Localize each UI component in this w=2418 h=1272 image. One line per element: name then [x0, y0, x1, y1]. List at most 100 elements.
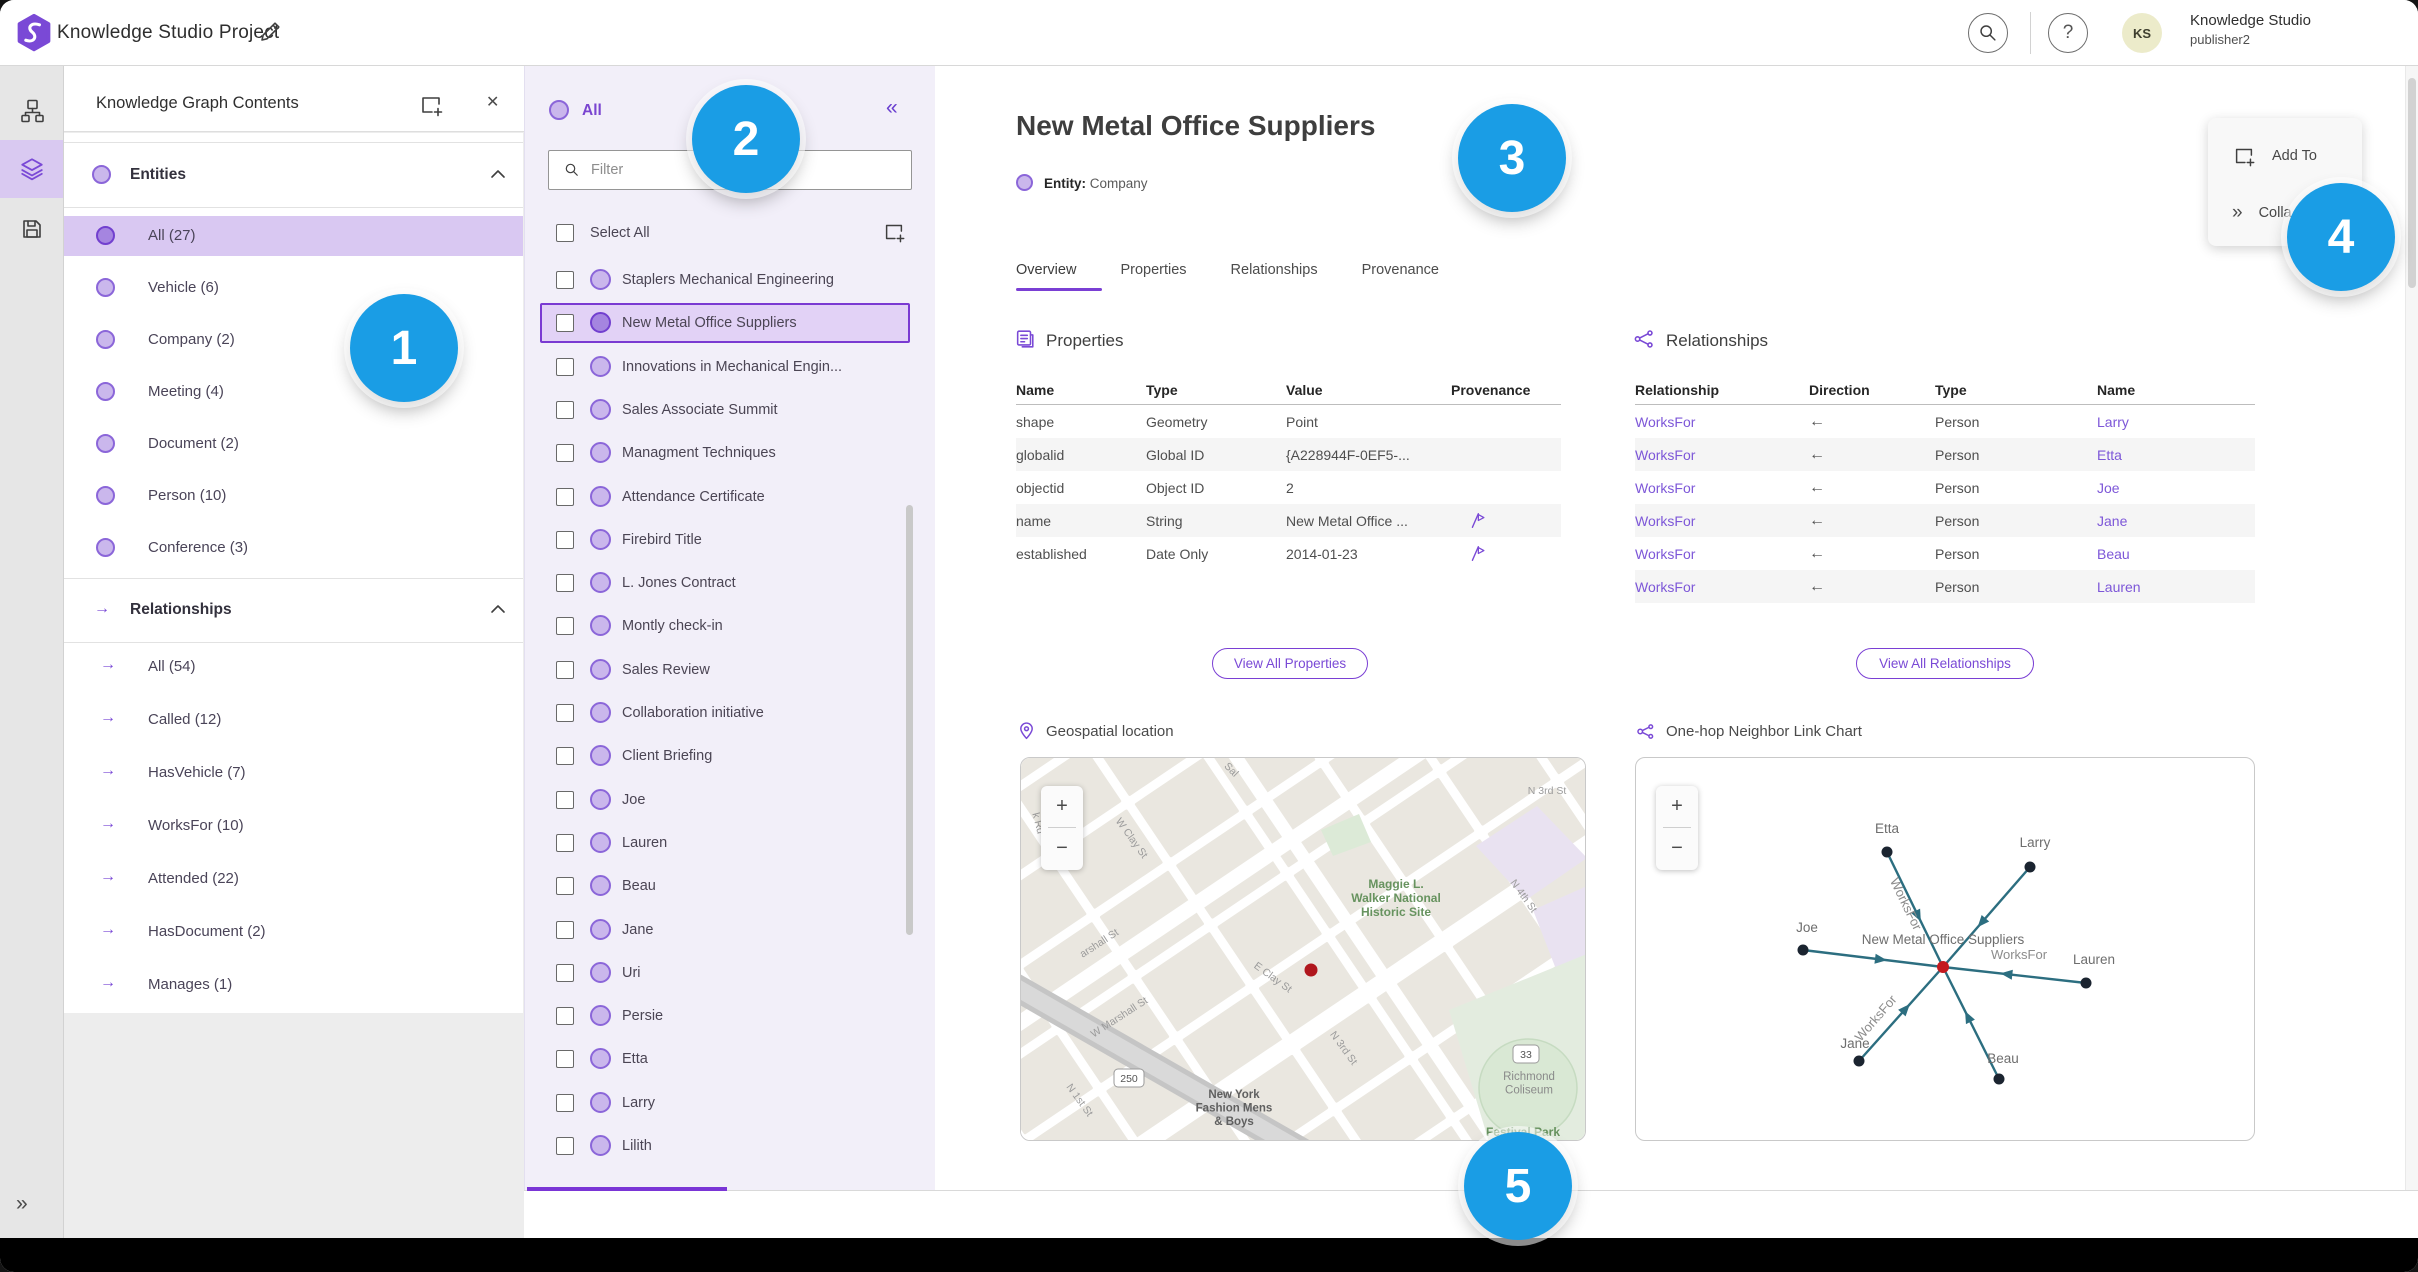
item-checkbox[interactable]: [556, 1007, 574, 1026]
add-content-icon[interactable]: [418, 92, 444, 118]
entities-collapse-icon[interactable]: [490, 168, 506, 180]
table-row[interactable]: shape Geometry Point: [1016, 405, 1561, 438]
item-checkbox[interactable]: [556, 790, 574, 809]
item-checkbox[interactable]: [556, 574, 574, 593]
related-name-link[interactable]: Larry: [2097, 414, 2255, 430]
type-list-item[interactable]: Uri: [540, 956, 910, 992]
item-checkbox[interactable]: [556, 963, 574, 982]
view-all-properties-button[interactable]: View All Properties: [1212, 648, 1368, 679]
center-entity-node[interactable]: [1937, 961, 1949, 973]
relationship-link[interactable]: WorksFor: [1635, 414, 1809, 430]
item-checkbox[interactable]: [556, 314, 574, 333]
type-list-item[interactable]: Staplers Mechanical Engineering: [540, 263, 910, 299]
person-node[interactable]: [1993, 1073, 2005, 1085]
select-all-checkbox[interactable]: [556, 224, 574, 242]
relationship-category-row[interactable]: → HasVehicle (7): [64, 753, 523, 793]
type-list-item[interactable]: New Metal Office Suppliers: [540, 306, 910, 342]
entity-category-row[interactable]: Vehicle (6): [64, 268, 523, 308]
related-name-link[interactable]: Jane: [2097, 513, 2255, 529]
table-row[interactable]: globalid Global ID {A228944F-0EF5-...: [1016, 438, 1561, 471]
item-checkbox[interactable]: [556, 617, 574, 636]
related-name-link[interactable]: Lauren: [2097, 579, 2255, 595]
type-list-item[interactable]: Collaboration initiative: [540, 696, 910, 732]
type-list-item[interactable]: L. Jones Contract: [540, 566, 910, 602]
item-checkbox[interactable]: [556, 1137, 574, 1155]
person-node[interactable]: [2024, 861, 2036, 873]
type-list-item[interactable]: Persie: [540, 999, 910, 1035]
item-checkbox[interactable]: [556, 400, 574, 419]
help-button[interactable]: ?: [2048, 13, 2088, 53]
relationship-link[interactable]: WorksFor: [1635, 546, 1809, 562]
person-node[interactable]: [1881, 846, 1893, 858]
entity-category-row[interactable]: Person (10): [64, 476, 523, 516]
collapse-menu-item[interactable]: » Colla: [2232, 202, 2292, 224]
type-list-item[interactable]: Firebird Title: [540, 523, 910, 559]
type-list-item[interactable]: Etta: [540, 1042, 910, 1078]
item-checkbox[interactable]: [556, 660, 574, 679]
table-row[interactable]: WorksFor ← Person Jane: [1635, 504, 2255, 537]
type-list-item[interactable]: Lilith: [540, 1129, 910, 1165]
relationship-link[interactable]: WorksFor: [1635, 579, 1809, 595]
table-row[interactable]: name String New Metal Office ...: [1016, 504, 1561, 537]
type-list-item[interactable]: Attendance Certificate: [540, 480, 910, 516]
related-name-link[interactable]: Etta: [2097, 447, 2255, 463]
type-list-item[interactable]: Innovations in Mechanical Engin...: [540, 350, 910, 386]
item-checkbox[interactable]: [556, 1050, 574, 1069]
main-scrollbar-thumb[interactable]: [2408, 78, 2416, 288]
item-checkbox[interactable]: [556, 357, 574, 376]
tab-properties[interactable]: Properties: [1120, 262, 1186, 288]
person-node[interactable]: [2080, 977, 2092, 989]
provenance-flag-icon[interactable]: [1451, 545, 1561, 562]
type-list-item[interactable]: Managment Techniques: [540, 436, 910, 472]
map-zoom-in-button[interactable]: +: [1041, 786, 1083, 827]
rail-item-save[interactable]: [0, 200, 63, 258]
related-name-link[interactable]: Beau: [2097, 546, 2255, 562]
add-to-menu-item[interactable]: Add To: [2232, 144, 2317, 168]
related-name-link[interactable]: Joe: [2097, 480, 2255, 496]
view-all-relationships-button[interactable]: View All Relationships: [1856, 648, 2034, 679]
item-checkbox[interactable]: [556, 920, 574, 939]
type-list-scrollbar[interactable]: [906, 505, 913, 935]
entity-category-row[interactable]: Meeting (4): [64, 372, 523, 412]
map-zoom-out-button[interactable]: −: [1041, 828, 1083, 869]
entity-category-row[interactable]: Document (2): [64, 424, 523, 464]
provenance-flag-icon[interactable]: [1451, 512, 1561, 529]
item-checkbox[interactable]: [556, 747, 574, 766]
type-list-item[interactable]: Beau: [540, 869, 910, 905]
relationship-category-row[interactable]: → Called (12): [64, 700, 523, 740]
tab-provenance[interactable]: Provenance: [1362, 262, 1439, 288]
edit-title-button[interactable]: [258, 20, 282, 44]
collapse-panel-icon[interactable]: «: [886, 96, 898, 120]
type-list-item[interactable]: Joe: [540, 783, 910, 819]
one-hop-link-chart[interactable]: WorksFor WorksFor WorksFor Etta Larry Joe Laur…: [1635, 757, 2255, 1141]
item-checkbox[interactable]: [556, 1093, 574, 1112]
table-row[interactable]: WorksFor ← Person Larry: [1635, 405, 2255, 438]
table-row[interactable]: established Date Only 2014-01-23: [1016, 537, 1561, 570]
chart-zoom-in-button[interactable]: +: [1656, 786, 1698, 827]
item-checkbox[interactable]: [556, 704, 574, 722]
close-panel-icon[interactable]: ✕: [486, 92, 499, 112]
item-checkbox[interactable]: [556, 487, 574, 506]
avatar[interactable]: KS: [2122, 13, 2162, 53]
relationship-category-row[interactable]: → HasDocument (2): [64, 912, 523, 952]
person-node[interactable]: [1797, 944, 1809, 956]
rail-item-project-tree[interactable]: [0, 82, 63, 140]
relationship-link[interactable]: WorksFor: [1635, 480, 1809, 496]
chart-zoom-out-button[interactable]: −: [1656, 828, 1698, 869]
person-node[interactable]: [1853, 1055, 1865, 1067]
tab-overview[interactable]: Overview: [1016, 262, 1076, 288]
item-checkbox[interactable]: [556, 877, 574, 896]
add-selection-icon[interactable]: [882, 220, 906, 244]
table-row[interactable]: WorksFor ← Person Lauren: [1635, 570, 2255, 603]
item-checkbox[interactable]: [556, 833, 574, 852]
type-list-item[interactable]: Sales Associate Summit: [540, 393, 910, 429]
relationship-category-row[interactable]: → WorksFor (10): [64, 806, 523, 846]
table-row[interactable]: WorksFor ← Person Joe: [1635, 471, 2255, 504]
main-scrollbar-track[interactable]: [2405, 66, 2418, 1190]
relationships-collapse-icon[interactable]: [490, 603, 506, 615]
item-checkbox[interactable]: [556, 271, 574, 289]
type-list-item[interactable]: Larry: [540, 1086, 910, 1122]
relationship-category-row[interactable]: → All (54): [64, 647, 523, 687]
rail-expand-button[interactable]: »: [16, 1192, 28, 1216]
search-button[interactable]: [1968, 13, 2008, 53]
